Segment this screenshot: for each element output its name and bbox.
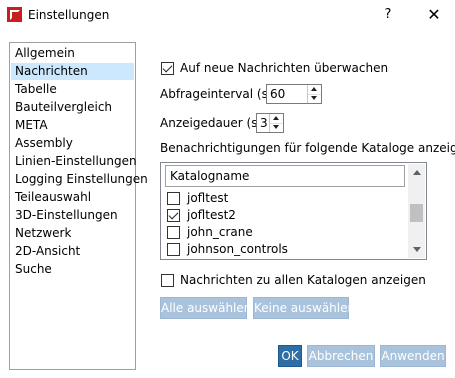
all-catalogs-checkbox[interactable] [161,274,174,287]
scrollbar-thumb[interactable] [410,204,423,222]
nav-item-netzwerk[interactable]: Netzwerk [11,225,134,242]
title-bar: Einstellungen ? ✕ [0,0,455,30]
cancel-button[interactable]: Abbrechen [307,345,375,367]
duration-down-arrow-icon[interactable] [270,123,283,132]
select-none-button[interactable]: Keine auswählen [253,297,355,319]
catalog-name: jofltest [187,191,229,205]
app-logo-icon [7,7,22,22]
nav-item-allgemein[interactable]: Allgemein [11,45,134,62]
list-item[interactable]: jofltest2 [167,207,397,224]
nav-item-teileauswahl[interactable]: Teileauswahl [11,189,134,206]
settings-category-list[interactable]: Allgemein Nachrichten Tabelle Bauteilver… [9,42,148,370]
catalog-column-header[interactable]: Katalogname [165,165,405,187]
catalog-scrollbar[interactable] [408,164,425,258]
all-catalogs-label: Nachrichten zu allen Katalogen anzeigen [180,273,426,287]
apply-button[interactable]: Anwenden [380,345,446,367]
catalog-name: john_crane [187,225,253,239]
catalog-name: jofltest2 [187,208,236,222]
nav-item-meta[interactable]: META [11,117,134,134]
interval-label: Abfrageinterval (s): [160,87,277,101]
monitor-messages-label: Auf neue Nachrichten überwachen [180,61,389,75]
catalog-checkbox[interactable] [167,209,180,222]
help-button[interactable]: ? [380,7,396,23]
list-item[interactable]: john_crane [167,224,397,241]
scroll-up-arrow-icon[interactable] [408,164,425,181]
catalog-name: johnson_controls [187,242,288,256]
nav-item-suche[interactable]: Suche [11,261,134,278]
duration-spinbox[interactable]: 3 [256,113,284,133]
nav-item-linien-einstellungen[interactable]: Linien-Einstellungen [11,153,137,170]
interval-value[interactable]: 60 [270,87,285,101]
interval-down-arrow-icon[interactable] [308,94,321,103]
close-button[interactable]: ✕ [425,6,443,24]
interval-stepper[interactable] [307,85,321,103]
ok-button[interactable]: OK [278,345,302,367]
catalogs-label: Benachrichtigungen für folgende Kataloge… [160,141,455,155]
monitor-messages-checkbox[interactable] [161,62,174,75]
scroll-down-arrow-icon[interactable] [408,241,425,258]
nav-item-logging-einstellungen[interactable]: Logging Einstellungen [11,171,148,188]
nav-item-bauteilvergleich[interactable]: Bauteilvergleich [11,99,134,116]
list-item[interactable]: jofltest [167,190,397,207]
duration-value[interactable]: 3 [260,116,268,130]
nav-item-nachrichten[interactable]: Nachrichten [11,63,134,80]
nav-item-assembly[interactable]: Assembly [11,135,134,152]
window-title: Einstellungen [28,8,110,22]
select-all-button[interactable]: Alle auswählen [160,297,251,319]
nav-item-tabelle[interactable]: Tabelle [11,81,134,98]
duration-stepper[interactable] [269,114,283,132]
interval-spinbox[interactable]: 60 [266,84,322,104]
list-item[interactable]: johnson_controls [167,241,397,258]
nav-item-2d-ansicht[interactable]: 2D-Ansicht [11,243,134,260]
catalog-checkbox[interactable] [167,192,180,205]
duration-label: Anzeigedauer (s): [160,116,267,130]
catalog-checkbox[interactable] [167,243,180,256]
nav-item-3d-einstellungen[interactable]: 3D-Einstellungen [11,207,134,224]
catalog-checkbox[interactable] [167,226,180,239]
catalog-list[interactable]: Katalogname jofltest jofltest2 john_cran… [160,162,427,260]
